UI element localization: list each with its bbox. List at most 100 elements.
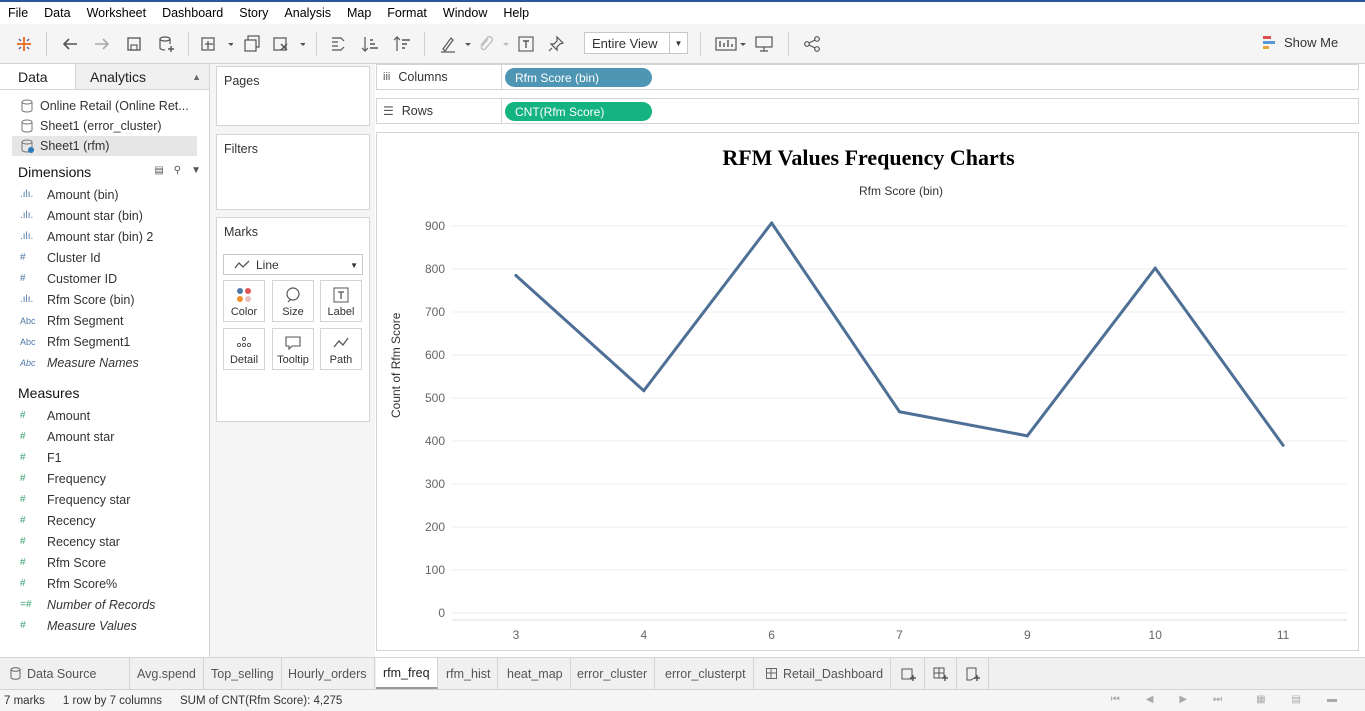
- menu-story[interactable]: Story: [231, 6, 276, 20]
- tab-data-source[interactable]: Data Source: [0, 658, 130, 689]
- undo-arrow-icon[interactable]: [60, 32, 80, 56]
- show-labels-icon[interactable]: [516, 32, 536, 56]
- chevron-down-icon[interactable]: ▼: [191, 165, 201, 176]
- dimension-field[interactable]: .ılı. Amount star (bin) 2: [0, 226, 209, 247]
- measure-field[interactable]: # Measure Values: [0, 615, 209, 636]
- line-segment[interactable]: [642, 221, 774, 393]
- sheet-tab[interactable]: error_cluster: [570, 658, 656, 689]
- measure-field[interactable]: # Recency: [0, 510, 209, 531]
- measure-field[interactable]: # Rfm Score%: [0, 573, 209, 594]
- label-button[interactable]: Label: [320, 280, 362, 322]
- measure-field[interactable]: # Recency star: [0, 531, 209, 552]
- data-point[interactable]: [1281, 443, 1285, 447]
- show-me-button[interactable]: Show Me: [1262, 34, 1338, 50]
- measure-field[interactable]: # Amount star: [0, 426, 209, 447]
- line-segment[interactable]: [898, 410, 1029, 438]
- line-segment[interactable]: [1153, 266, 1285, 447]
- dimension-field[interactable]: Abc Measure Names: [0, 352, 209, 373]
- measure-field[interactable]: # Frequency star: [0, 489, 209, 510]
- data-point[interactable]: [1025, 434, 1029, 438]
- detail-button[interactable]: Detail: [223, 328, 265, 370]
- dimension-field[interactable]: # Customer ID: [0, 268, 209, 289]
- show-cards-icon[interactable]: [714, 32, 748, 56]
- line-segment[interactable]: [770, 221, 901, 414]
- sort-descending-icon[interactable]: [392, 32, 412, 56]
- sheet-tab[interactable]: rfm_hist: [439, 658, 499, 689]
- menu-worksheet[interactable]: Worksheet: [79, 6, 155, 20]
- pages-card[interactable]: Pages: [216, 66, 370, 126]
- last-sheet-icon[interactable]: ⏭: [1213, 694, 1222, 705]
- dimension-field[interactable]: .ılı. Amount star (bin): [0, 205, 209, 226]
- line-segment[interactable]: [1025, 266, 1157, 438]
- measure-field[interactable]: =# Number of Records: [0, 594, 209, 615]
- size-button[interactable]: Size: [272, 280, 314, 322]
- menu-window[interactable]: Window: [435, 6, 495, 20]
- swap-axes-icon[interactable]: [328, 32, 348, 56]
- menu-file[interactable]: File: [0, 6, 36, 20]
- view-list-icon[interactable]: ▤: [154, 165, 163, 176]
- sheet-tab-active[interactable]: rfm_freq: [376, 658, 438, 689]
- new-dashboard-tab-button[interactable]: [925, 658, 957, 689]
- new-story-tab-button[interactable]: [957, 658, 989, 689]
- menu-help[interactable]: Help: [495, 6, 537, 20]
- clear-sheet-icon[interactable]: [272, 32, 306, 56]
- new-datasource-icon[interactable]: [156, 32, 176, 56]
- share-icon[interactable]: [802, 32, 822, 56]
- dashboard-tab[interactable]: Retail_Dashboard: [759, 658, 892, 689]
- columns-pill[interactable]: Rfm Score (bin): [505, 68, 652, 87]
- redo-arrow-icon[interactable]: [92, 32, 112, 56]
- data-point[interactable]: [770, 221, 774, 225]
- sheet-tab[interactable]: Hourly_orders: [281, 658, 375, 689]
- mark-type-dropdown[interactable]: Line ▼: [223, 254, 363, 275]
- data-point[interactable]: [1153, 266, 1157, 270]
- data-point[interactable]: [898, 410, 901, 414]
- menu-dashboard[interactable]: Dashboard: [154, 6, 231, 20]
- search-icon[interactable]: ⚲: [174, 165, 181, 176]
- fit-dropdown[interactable]: Entire View ▼: [584, 32, 688, 54]
- menu-data[interactable]: Data: [36, 6, 78, 20]
- sheet-tab[interactable]: heat_map: [500, 658, 571, 689]
- dimension-field[interactable]: # Cluster Id: [0, 247, 209, 268]
- datasource-item[interactable]: Online Retail (Online Ret...: [0, 96, 209, 116]
- menu-format[interactable]: Format: [379, 6, 435, 20]
- datasource-item[interactable]: Sheet1 (error_cluster): [0, 116, 209, 136]
- menu-map[interactable]: Map: [339, 6, 379, 20]
- measure-field[interactable]: # Rfm Score: [0, 552, 209, 573]
- dimension-field[interactable]: Abc Rfm Segment1: [0, 331, 209, 352]
- dimension-field[interactable]: .ılı. Amount (bin): [0, 184, 209, 205]
- datasource-item-selected[interactable]: Sheet1 (rfm): [12, 136, 197, 156]
- sheet-tab[interactable]: error_clusterpt: [658, 658, 754, 689]
- rows-shelf[interactable]: ☰ Rows CNT(Rfm Score): [376, 98, 1359, 124]
- next-sheet-icon[interactable]: ▶: [1179, 694, 1187, 705]
- sheet-tab[interactable]: Top_selling: [204, 658, 282, 689]
- line-segment[interactable]: [514, 273, 646, 393]
- first-sheet-icon[interactable]: ⏮: [1111, 694, 1120, 705]
- path-button[interactable]: Path: [320, 328, 362, 370]
- filters-card[interactable]: Filters: [216, 134, 370, 210]
- dimension-field[interactable]: .ılı. Rfm Score (bin): [0, 289, 209, 310]
- filmstrip-icon[interactable]: ▤: [1292, 694, 1301, 705]
- menu-analysis[interactable]: Analysis: [276, 6, 339, 20]
- tabs-view-icon[interactable]: ▬: [1327, 694, 1337, 705]
- columns-shelf[interactable]: iii Columns Rfm Score (bin): [376, 64, 1359, 90]
- group-paperclip-icon[interactable]: [476, 32, 510, 56]
- tableau-logo-icon[interactable]: [14, 32, 34, 56]
- measure-field[interactable]: # F1: [0, 447, 209, 468]
- save-icon[interactable]: [124, 32, 144, 56]
- rows-pill[interactable]: CNT(Rfm Score): [505, 102, 652, 121]
- sheet-sorter-icon[interactable]: ▦: [1256, 694, 1265, 705]
- tab-analytics[interactable]: Analytics ▲: [76, 64, 209, 89]
- sort-ascending-icon[interactable]: [360, 32, 380, 56]
- tab-data[interactable]: Data: [0, 64, 76, 89]
- pin-icon[interactable]: [546, 32, 566, 56]
- measure-field[interactable]: # Frequency: [0, 468, 209, 489]
- duplicate-sheet-icon[interactable]: [242, 32, 262, 56]
- prev-sheet-icon[interactable]: ◀: [1146, 694, 1154, 705]
- new-worksheet-tab-button[interactable]: [893, 658, 925, 689]
- new-worksheet-icon[interactable]: [200, 32, 234, 56]
- color-button[interactable]: Color: [223, 280, 265, 322]
- data-point[interactable]: [514, 273, 518, 277]
- tooltip-button[interactable]: Tooltip: [272, 328, 314, 370]
- highlight-icon[interactable]: [438, 32, 472, 56]
- data-point[interactable]: [642, 389, 646, 393]
